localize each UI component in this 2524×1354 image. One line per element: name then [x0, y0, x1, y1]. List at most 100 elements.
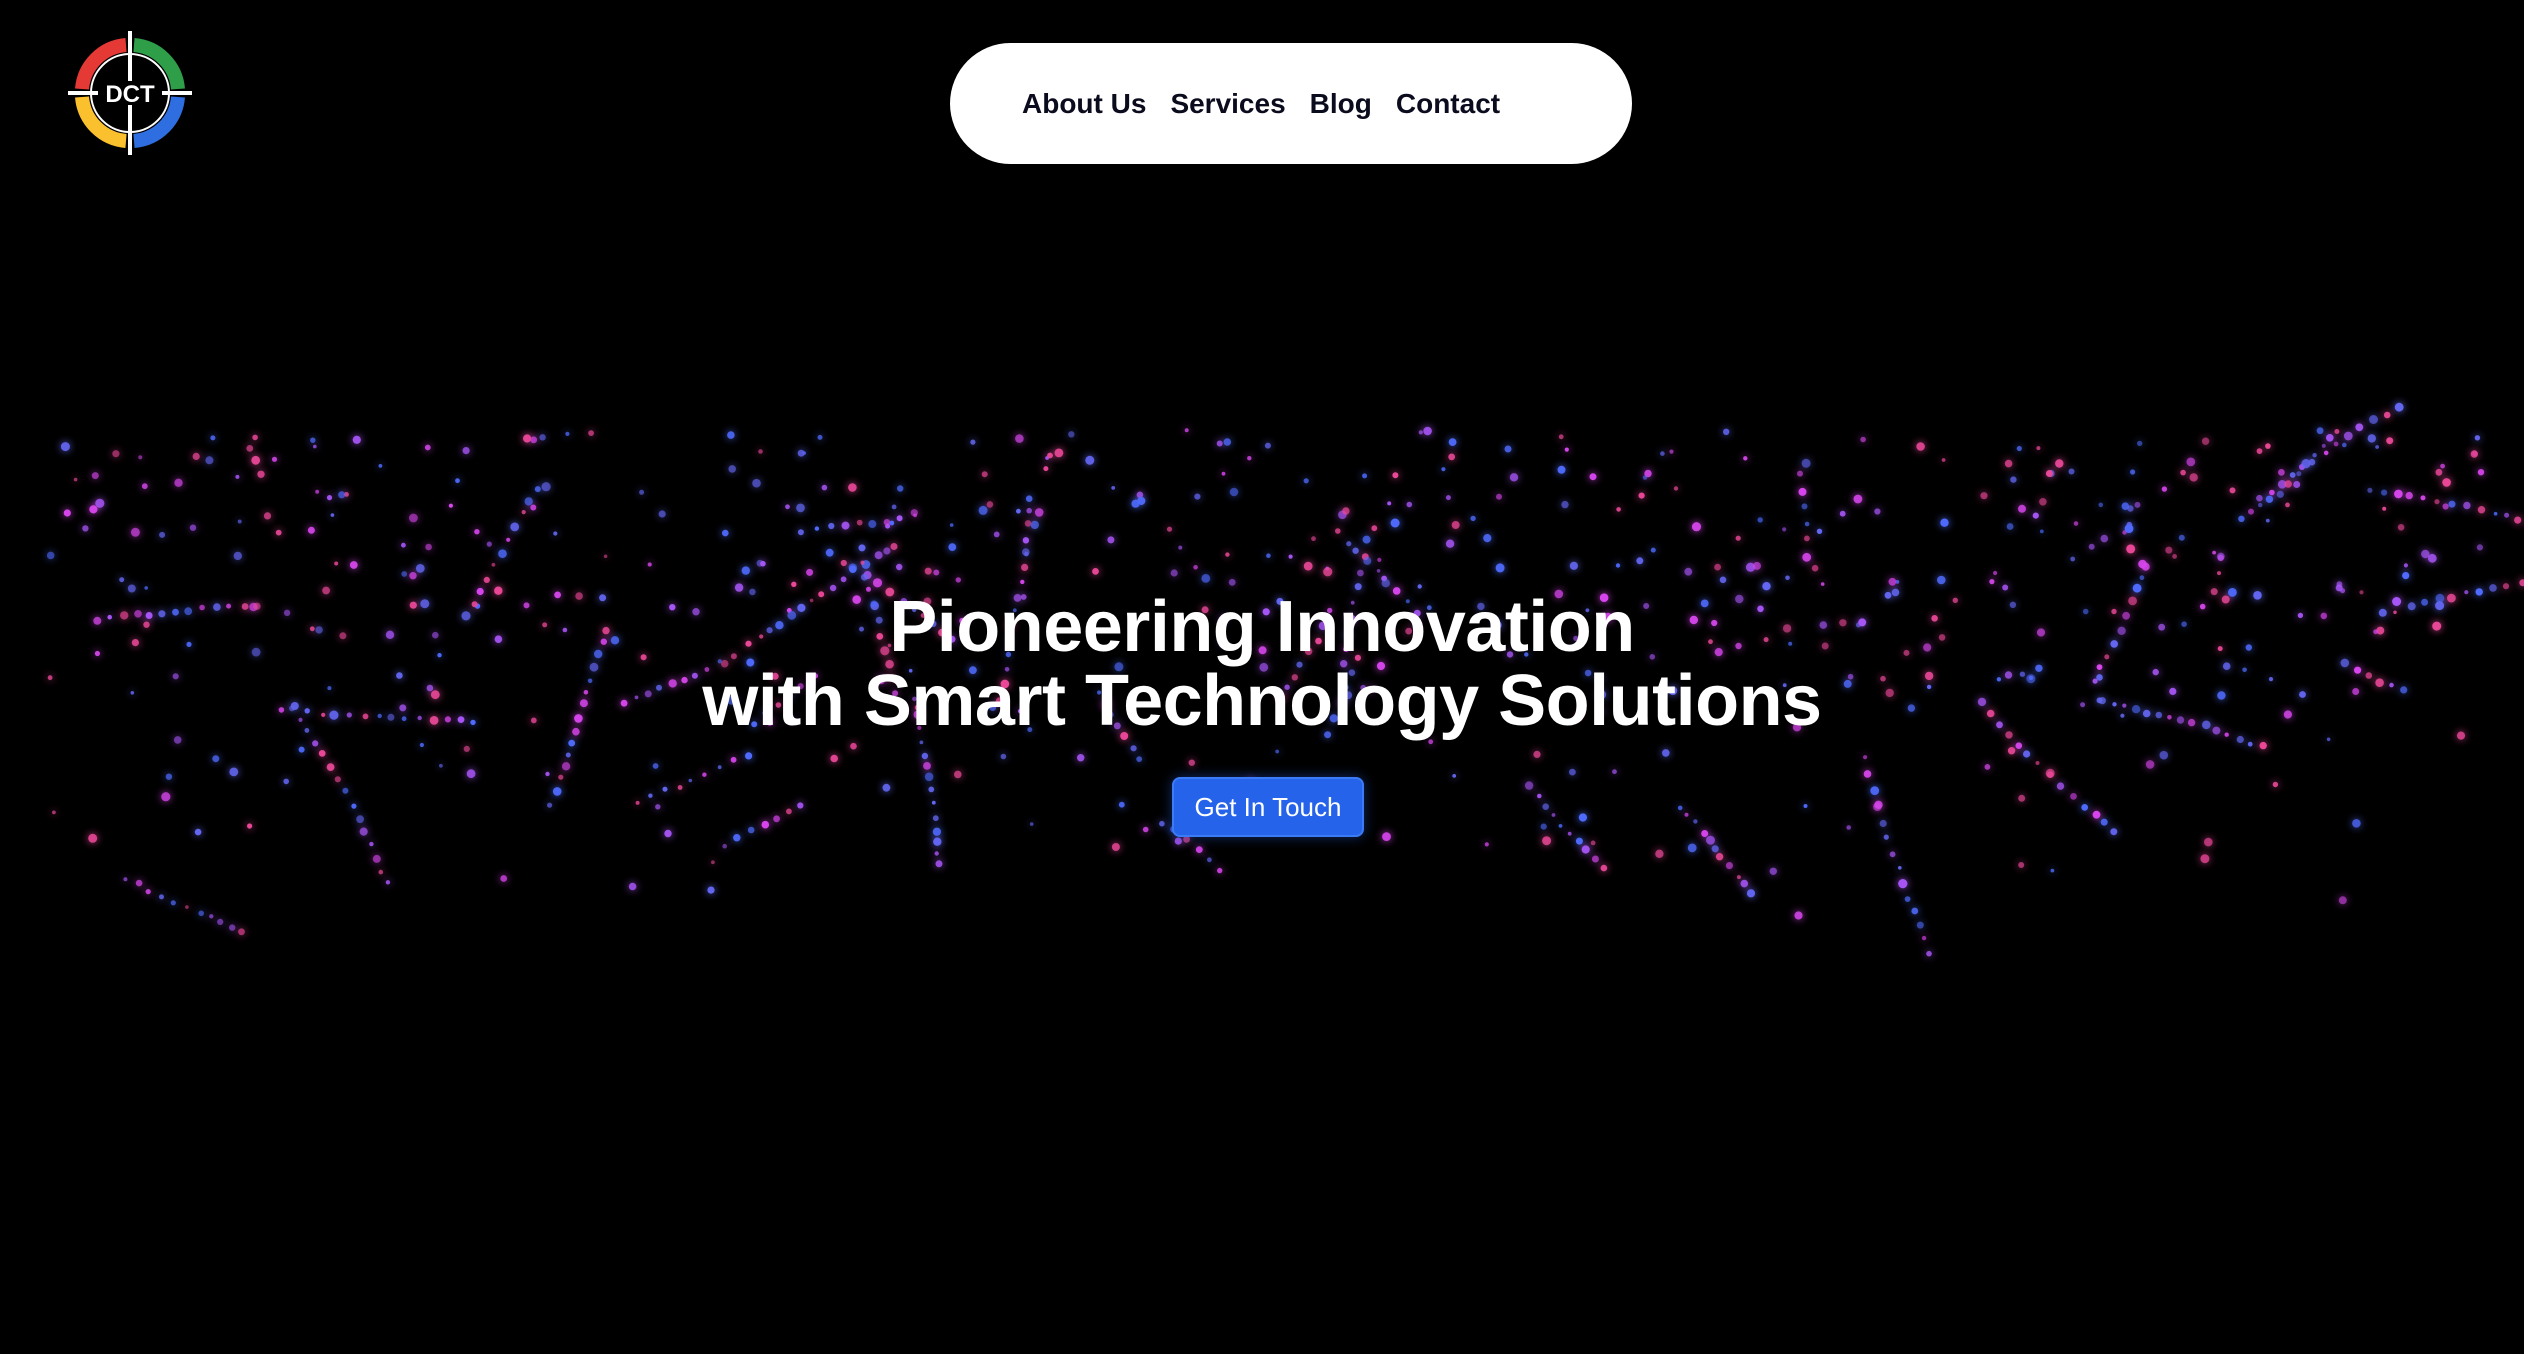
- particle-dot: [552, 787, 562, 796]
- particle-dot: [2272, 781, 2279, 788]
- particle-dot: [1989, 579, 1995, 585]
- particle-dot: [1660, 451, 1665, 456]
- particle-dot: [628, 882, 637, 891]
- particle-dot: [1801, 503, 1808, 510]
- particle-dot: [1589, 473, 1597, 481]
- particle-dot: [1677, 805, 1683, 811]
- particle-dot: [1615, 563, 1621, 568]
- particle-dot: [2092, 810, 2101, 819]
- particle-dot: [806, 568, 814, 576]
- particle-dot: [2200, 854, 2210, 864]
- particle-dot: [1984, 764, 1991, 770]
- particle-dot: [1247, 456, 1252, 461]
- particle-dot: [63, 509, 71, 517]
- particle-dot: [174, 478, 183, 487]
- particle-dot: [2032, 512, 2039, 519]
- particle-dot: [2248, 508, 2254, 515]
- particle-dot: [2070, 793, 2077, 800]
- particle-dot: [545, 771, 550, 777]
- particle-dot: [752, 478, 761, 488]
- particle-dot: [1669, 449, 1674, 454]
- particle-dot: [2338, 896, 2347, 905]
- particle-dot: [1026, 507, 1032, 514]
- particle-dot: [652, 763, 659, 769]
- particle-dot: [2269, 489, 2275, 496]
- particle-dot: [1753, 561, 1761, 570]
- particle-dot: [1846, 825, 1851, 830]
- particle-dot: [1921, 935, 1927, 941]
- particle-dot: [565, 752, 571, 758]
- particle-dot: [883, 547, 891, 555]
- get-in-touch-button[interactable]: Get In Touch: [1172, 777, 1364, 837]
- particle-dot: [890, 543, 898, 550]
- particle-dot: [1715, 853, 1724, 861]
- particle-dot: [2045, 470, 2053, 477]
- particle-dot: [828, 522, 835, 530]
- particle-dot: [209, 914, 214, 919]
- particle-dot: [2258, 502, 2263, 508]
- particle-dot: [2312, 453, 2317, 458]
- particle-dot: [730, 756, 737, 763]
- particle-dot: [2323, 450, 2329, 456]
- particle-dot: [1077, 754, 1085, 762]
- particle-dot: [2321, 443, 2326, 448]
- particle-dot: [2278, 469, 2285, 476]
- particle-dot: [1693, 819, 1698, 824]
- particle-dot: [1798, 487, 1807, 496]
- particle-dot: [2006, 523, 2014, 530]
- particle-dot: [138, 455, 143, 460]
- particle-dot: [2405, 491, 2413, 500]
- particle-dot: [1068, 431, 1075, 438]
- company-logo[interactable]: DCT: [66, 29, 194, 157]
- particle-dot: [2256, 448, 2263, 454]
- particle-dot: [2514, 516, 2522, 524]
- particle-dot: [2440, 463, 2446, 469]
- particle-dot: [1107, 536, 1115, 544]
- particle-dot: [1217, 867, 1223, 874]
- particle-dot: [356, 815, 364, 824]
- particle-dot: [2141, 562, 2150, 571]
- particle-dot: [46, 551, 55, 560]
- particle-dot: [1130, 745, 1137, 752]
- particle-dot: [2367, 434, 2376, 443]
- particle-dot: [2519, 579, 2524, 587]
- particle-dot: [588, 430, 594, 436]
- particle-dot: [1725, 862, 1733, 870]
- particle-dot: [1558, 824, 1563, 828]
- particle-dot: [814, 526, 820, 531]
- particle-dot: [165, 773, 173, 780]
- particle-dot: [1483, 534, 1492, 543]
- particle-dot: [2110, 828, 2118, 836]
- particle-dot: [747, 826, 755, 834]
- particle-dot: [1980, 492, 1988, 500]
- nav-blog-link[interactable]: Blog: [1310, 88, 1372, 120]
- logo-text: DCT: [105, 81, 155, 108]
- particle-dot: [349, 561, 358, 569]
- nav-services-link[interactable]: Services: [1170, 88, 1285, 120]
- particle-dot: [310, 437, 316, 443]
- particle-dot: [534, 486, 541, 493]
- particle-dot: [2039, 529, 2044, 534]
- particle-dot: [2285, 502, 2290, 508]
- particle-dot: [889, 520, 895, 526]
- particle-dot: [1137, 496, 1146, 505]
- particle-dot: [658, 510, 666, 518]
- particle-dot: [1863, 770, 1872, 778]
- particle-dot: [2247, 741, 2253, 747]
- particle-dot: [212, 755, 220, 763]
- particle-dot: [856, 519, 863, 526]
- nav-contact-link[interactable]: Contact: [1396, 88, 1500, 120]
- particle-dot: [2326, 737, 2331, 742]
- particle-dot: [1346, 541, 1352, 547]
- particle-dot: [1448, 438, 1457, 446]
- particle-dot: [2126, 544, 2136, 554]
- particle-dot: [257, 470, 265, 478]
- particle-dot: [1092, 568, 1099, 575]
- nav-about-us-link[interactable]: About Us: [1022, 88, 1146, 120]
- particle-dot: [1264, 442, 1271, 449]
- particle-dot: [1557, 465, 1566, 474]
- particle-dot: [840, 559, 847, 567]
- particle-dot: [1184, 428, 1189, 433]
- particle-dot: [1170, 569, 1178, 577]
- particle-dot: [2039, 498, 2047, 506]
